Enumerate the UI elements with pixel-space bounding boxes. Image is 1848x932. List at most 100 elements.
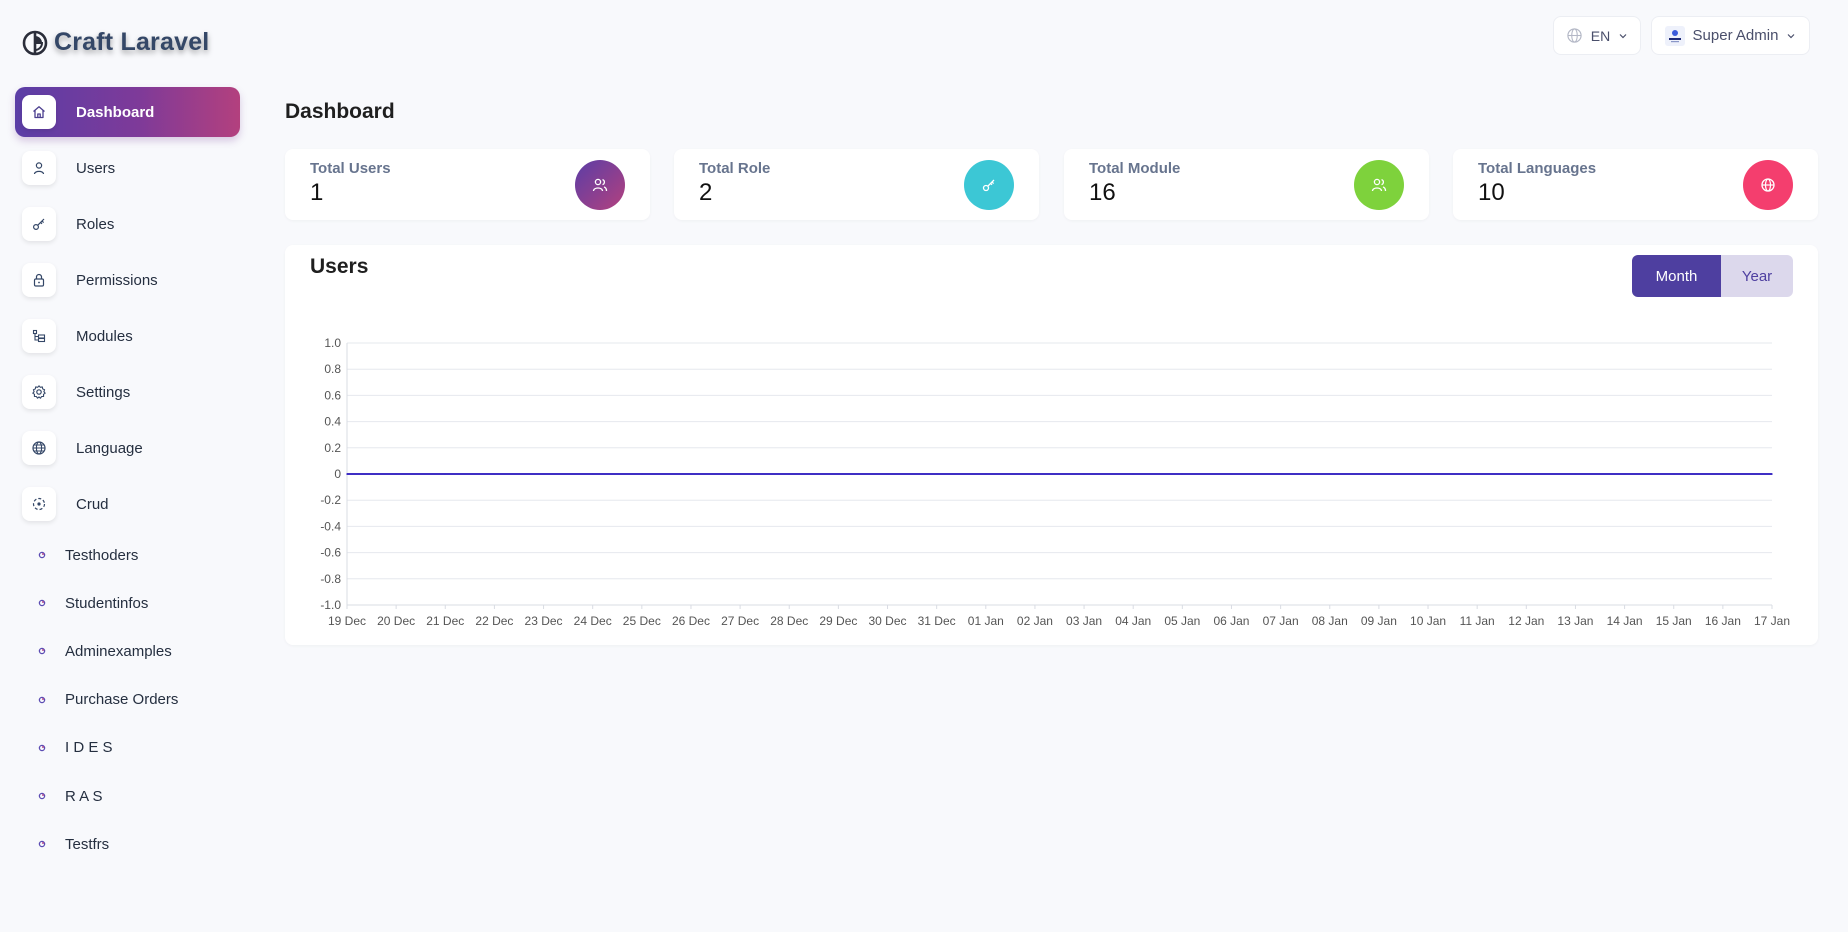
y-tick-label: -0.2 bbox=[320, 493, 341, 507]
sidebar-subitem-ides[interactable]: I D E S bbox=[38, 724, 178, 772]
user-icon bbox=[22, 151, 56, 185]
crud-icon bbox=[22, 487, 56, 521]
x-tick-label: 30 Dec bbox=[869, 614, 907, 628]
stat-label: Total Users bbox=[310, 160, 391, 177]
language-dropdown[interactable]: EN bbox=[1553, 16, 1641, 55]
sidebar-subitem-label: Testhoders bbox=[65, 546, 139, 564]
sidebar-subitem-testfrs[interactable]: Testfrs bbox=[38, 820, 178, 868]
data-point bbox=[739, 473, 741, 475]
y-tick-label: 0 bbox=[334, 467, 341, 481]
y-tick-label: -0.8 bbox=[320, 572, 341, 586]
sidebar-subitem-adminexamples[interactable]: Adminexamples bbox=[38, 627, 178, 675]
data-point bbox=[984, 473, 987, 475]
x-tick-label: 27 Dec bbox=[721, 614, 759, 628]
data-point bbox=[591, 473, 594, 475]
sidebar-item-label: Modules bbox=[76, 327, 133, 345]
sidebar-item-dashboard[interactable]: Dashboard bbox=[15, 87, 240, 137]
sidebar-subitem-label: Studentinfos bbox=[65, 594, 149, 612]
x-tick-label: 20 Dec bbox=[377, 614, 415, 628]
sidebar-item-crud[interactable]: Crud bbox=[15, 479, 240, 529]
x-tick-label: 04 Jan bbox=[1115, 614, 1151, 628]
y-tick-label: 0.2 bbox=[324, 441, 341, 455]
x-tick-label: 25 Dec bbox=[623, 614, 661, 628]
x-tick-label: 06 Jan bbox=[1213, 614, 1249, 628]
data-point bbox=[1623, 473, 1626, 475]
sidebar-item-permissions[interactable]: Permissions bbox=[15, 255, 240, 305]
data-point bbox=[444, 473, 447, 475]
sidebar-subitem-label: I D E S bbox=[65, 739, 113, 757]
sidebar-subitem-purchase-orders[interactable]: Purchase Orders bbox=[38, 676, 178, 724]
stat-value: 1 bbox=[310, 179, 324, 206]
globe-icon bbox=[22, 431, 56, 465]
y-tick-label: -1.0 bbox=[320, 598, 341, 612]
data-point bbox=[1476, 473, 1478, 475]
sidebar-item-label: Crud bbox=[76, 495, 109, 513]
users-icon bbox=[1354, 160, 1404, 210]
user-name: Super Admin bbox=[1692, 27, 1779, 44]
data-point bbox=[788, 473, 791, 475]
lock-icon bbox=[22, 263, 56, 297]
data-point bbox=[1230, 473, 1233, 475]
data-point bbox=[346, 473, 348, 475]
sidebar-item-language[interactable]: Language bbox=[15, 423, 240, 473]
data-point bbox=[641, 473, 643, 475]
x-tick-label: 15 Jan bbox=[1656, 614, 1692, 628]
sidebar-nav: Dashboard Users Roles Permissions Module… bbox=[15, 87, 240, 535]
sidebar-subitem-studentinfos[interactable]: Studentinfos bbox=[38, 579, 178, 627]
x-tick-label: 09 Jan bbox=[1361, 614, 1397, 628]
x-tick-label: 19 Dec bbox=[328, 614, 366, 628]
x-tick-label: 08 Jan bbox=[1312, 614, 1348, 628]
sidebar-subitem-testhoders[interactable]: Testhoders bbox=[38, 531, 178, 579]
sidebar-item-modules[interactable]: Modules bbox=[15, 311, 240, 361]
x-tick-label: 23 Dec bbox=[525, 614, 563, 628]
sidebar-subitem-label: R A S bbox=[65, 787, 103, 805]
bullet-icon bbox=[38, 744, 46, 752]
sidebar-item-label: Roles bbox=[76, 215, 115, 233]
data-point bbox=[1722, 473, 1724, 475]
data-point bbox=[1672, 473, 1675, 475]
stat-value: 10 bbox=[1478, 179, 1505, 206]
stat-label: Total Languages bbox=[1478, 160, 1597, 177]
data-point bbox=[1132, 473, 1135, 475]
data-point bbox=[1771, 473, 1773, 475]
chevron-down-icon bbox=[1619, 33, 1627, 38]
gear-icon bbox=[22, 375, 56, 409]
x-tick-label: 02 Jan bbox=[1017, 614, 1053, 628]
users-line-chart: 1.0 0.8 0.6 0.4 0.2 0 -0.2 -0.4 -0.6 -0.8 -1.0 19 D… bbox=[320, 336, 1790, 628]
stat-card-total-users: Total Users 1 bbox=[285, 149, 650, 220]
x-tick-label: 31 Dec bbox=[918, 614, 956, 628]
sidebar-item-settings[interactable]: Settings bbox=[15, 367, 240, 417]
sidebar-item-users[interactable]: Users bbox=[15, 143, 240, 193]
sidebar-subitem-label: Testfrs bbox=[65, 835, 110, 853]
bullet-icon bbox=[38, 647, 46, 655]
brand-logo-icon bbox=[22, 30, 48, 55]
data-point bbox=[1279, 473, 1282, 475]
bullet-icon bbox=[38, 696, 46, 704]
sidebar-subitem-label: Adminexamples bbox=[65, 642, 172, 660]
sidebar-subitem-ras[interactable]: R A S bbox=[38, 772, 178, 820]
data-point bbox=[1427, 473, 1429, 475]
data-point bbox=[1525, 473, 1528, 475]
stat-label: Total Module bbox=[1089, 160, 1181, 177]
sidebar-item-label: Dashboard bbox=[76, 103, 155, 121]
x-tick-label: 01 Jan bbox=[968, 614, 1004, 628]
y-tick-label: -0.6 bbox=[320, 546, 341, 560]
sidebar-item-roles[interactable]: Roles bbox=[15, 199, 240, 249]
page-title: Dashboard bbox=[285, 100, 395, 123]
x-tick-label: 14 Jan bbox=[1607, 614, 1643, 628]
user-menu-dropdown[interactable]: Super Admin bbox=[1651, 16, 1810, 55]
sidebar-item-label: Users bbox=[76, 159, 116, 177]
brand[interactable]: Craft Laravel bbox=[22, 28, 209, 57]
users-chart-card: Users Month Year 1.0 0.8 0.6 0.4 0.2 0 -0.2 -0.… bbox=[285, 245, 1818, 645]
sidebar-item-label: Language bbox=[76, 439, 143, 457]
x-tick-label: 29 Dec bbox=[819, 614, 857, 628]
modules-icon bbox=[22, 319, 56, 353]
chevron-down-icon bbox=[1788, 33, 1795, 38]
x-tick-label: 05 Jan bbox=[1164, 614, 1200, 628]
x-tick-label: 11 Jan bbox=[1460, 614, 1495, 628]
sidebar-item-label: Settings bbox=[76, 383, 131, 401]
x-tick-label: 12 Jan bbox=[1508, 614, 1544, 628]
x-tick-label: 13 Jan bbox=[1557, 614, 1593, 628]
y-tick-label: 0.8 bbox=[324, 362, 341, 376]
language-code: EN bbox=[1590, 27, 1611, 44]
